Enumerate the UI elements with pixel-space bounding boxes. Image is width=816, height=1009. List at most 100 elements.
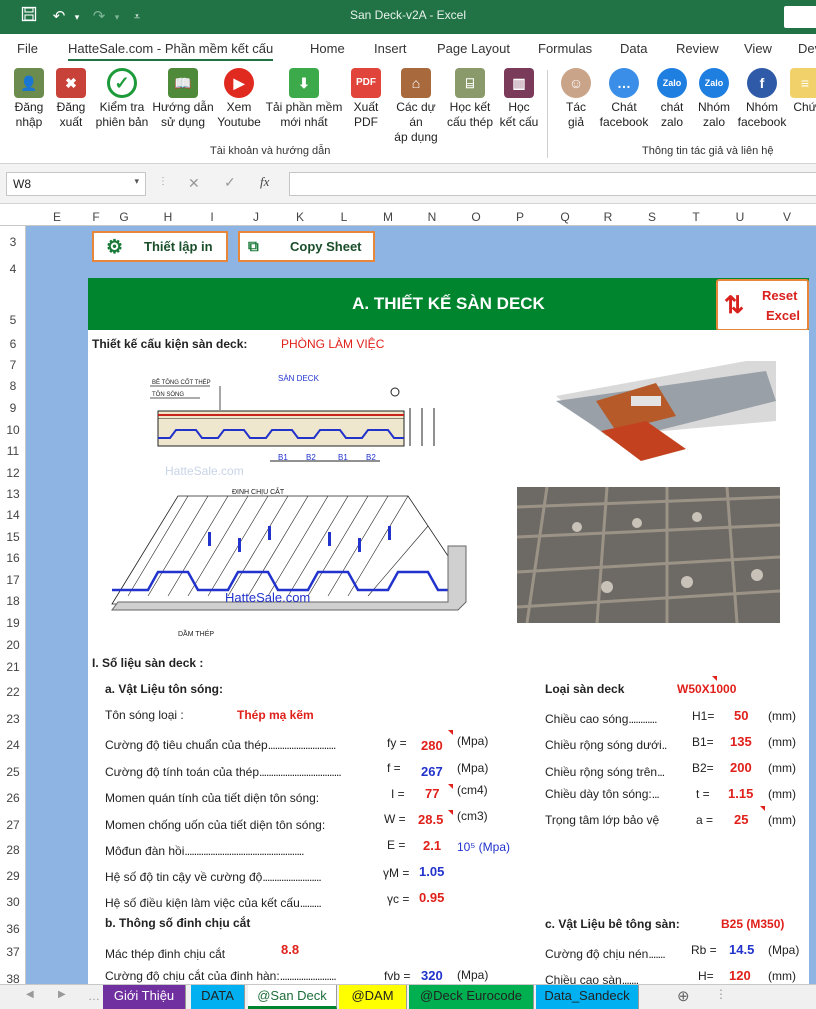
column-header[interactable]: K <box>294 210 306 224</box>
tab-formulas[interactable]: Formulas <box>538 41 592 56</box>
row-header[interactable]: 27 <box>0 818 26 832</box>
row-header[interactable]: 5 <box>0 313 26 327</box>
gamma-c-value[interactable]: 0.95 <box>419 890 444 905</box>
scroll-left-icon[interactable]: ◀ <box>26 989 34 1000</box>
row-header[interactable]: 6 <box>0 337 26 351</box>
row-header[interactable]: 11 <box>0 444 26 458</box>
t-value[interactable]: 1.15 <box>728 786 753 801</box>
row-header[interactable]: 21 <box>0 660 26 674</box>
user-guide-button[interactable]: 📖 Hướng dẫn sử dụng <box>150 68 216 130</box>
tab-file[interactable]: File <box>17 41 38 56</box>
tab-data[interactable]: Data <box>620 41 647 56</box>
print-setup-button[interactable]: ⚙ Thiết lập in <box>92 231 228 262</box>
column-header[interactable]: N <box>426 210 438 224</box>
comment-indicator[interactable] <box>448 730 453 735</box>
row-header[interactable]: 4 <box>0 262 26 276</box>
tab-page-layout[interactable]: Page Layout <box>437 41 510 56</box>
facebook-group-button[interactable]: f Nhóm facebook <box>736 68 788 130</box>
concrete-grade-value[interactable]: B25 (M350) <box>721 917 784 931</box>
sheet-tab-data[interactable]: DATA <box>191 985 245 1009</box>
sheet-tab-gioi-thieu[interactable]: Giới Thiệu <box>103 985 186 1009</box>
column-header[interactable]: V <box>781 210 793 224</box>
learn-steel-button[interactable]: ⌸ Học kết cấu thép <box>444 68 496 130</box>
row-header[interactable]: 29 <box>0 869 26 883</box>
row-header[interactable]: 13 <box>0 487 26 501</box>
column-header[interactable]: T <box>690 210 702 224</box>
E-value[interactable]: 2.1 <box>423 838 441 853</box>
account-area[interactable] <box>784 6 816 28</box>
row-header[interactable]: 20 <box>0 638 26 652</box>
comment-indicator[interactable] <box>448 784 453 789</box>
a-value[interactable]: 25 <box>734 812 748 827</box>
row-header[interactable]: 8 <box>0 379 26 393</box>
row-header[interactable]: 26 <box>0 791 26 805</box>
export-pdf-button[interactable]: PDF Xuất PDF <box>346 68 386 130</box>
formula-input[interactable] <box>289 172 816 196</box>
tab-hattesale[interactable]: HatteSale.com - Phần mềm kết cấu <box>68 41 274 61</box>
sheet-tab-deck-eurocode[interactable]: @Deck Eurocode <box>409 985 534 1009</box>
row-header[interactable]: 37 <box>0 945 26 959</box>
column-header[interactable]: I <box>206 210 218 224</box>
column-header[interactable]: O <box>470 210 482 224</box>
column-header[interactable]: E <box>51 210 63 224</box>
row-header[interactable]: 24 <box>0 738 26 752</box>
chevron-down-icon[interactable]: ▾ <box>134 176 139 187</box>
row-header[interactable]: 14 <box>0 508 26 522</box>
design-value[interactable]: PHÒNG LÀM VIỆC <box>281 337 384 351</box>
row-header[interactable]: 22 <box>0 685 26 699</box>
column-header[interactable]: L <box>338 210 350 224</box>
column-header[interactable]: H <box>162 210 174 224</box>
zalo-group-button[interactable]: Zalo Nhóm zalo <box>692 68 736 130</box>
row-header[interactable]: 7 <box>0 358 26 372</box>
row-header[interactable]: 16 <box>0 551 26 565</box>
row-header[interactable]: 9 <box>0 401 26 415</box>
column-header[interactable]: J <box>250 210 262 224</box>
certificate-button[interactable]: ≡ Chứ <box>790 68 816 115</box>
column-header[interactable]: S <box>646 210 658 224</box>
row-header[interactable]: 28 <box>0 843 26 857</box>
sheet-tab-dam[interactable]: @DAM <box>339 985 407 1009</box>
sheet-tab-san-deck[interactable]: @San Deck <box>248 985 337 1009</box>
tab-review[interactable]: Review <box>676 41 719 56</box>
learn-structure-button[interactable]: ▥ Học kết cấu <box>496 68 542 130</box>
author-button[interactable]: ☺ Tác giả <box>556 68 596 130</box>
B1-value[interactable]: 135 <box>730 734 752 749</box>
split-handle-icon[interactable]: ⋮ <box>715 987 727 1001</box>
row-header[interactable]: 19 <box>0 616 26 630</box>
copy-sheet-button[interactable]: ⧉ Copy Sheet <box>238 231 375 262</box>
column-header[interactable]: Q <box>559 210 571 224</box>
drag-handle-icon[interactable]: ⋮ <box>158 176 168 187</box>
scroll-right-icon[interactable]: ▶ <box>58 989 66 1000</box>
column-header[interactable]: F <box>90 210 102 224</box>
grade-value[interactable]: 8.8 <box>281 942 299 957</box>
projects-button[interactable]: ⌂ Các dự án áp dụng <box>388 68 444 145</box>
comment-indicator[interactable] <box>712 676 717 681</box>
tab-insert[interactable]: Insert <box>374 41 407 56</box>
download-button[interactable]: ⬇ Tải phần mềm mới nhất <box>264 68 344 130</box>
W-value[interactable]: 28.5 <box>418 812 443 827</box>
comment-indicator[interactable] <box>760 806 765 811</box>
more-tabs-icon[interactable]: … <box>88 989 100 1003</box>
comment-indicator[interactable] <box>448 810 453 815</box>
row-header[interactable]: 36 <box>0 922 26 936</box>
row-header[interactable]: 17 <box>0 573 26 587</box>
I-value[interactable]: 77 <box>425 786 439 801</box>
row-header[interactable]: 15 <box>0 530 26 544</box>
reset-excel-button[interactable]: ⇅ Reset Excel <box>716 279 809 331</box>
deck-type-value[interactable]: W50X1000 <box>677 682 736 696</box>
column-header[interactable]: P <box>514 210 526 224</box>
column-header[interactable]: G <box>118 210 130 224</box>
fx-icon[interactable]: fx <box>260 174 269 190</box>
tab-home[interactable]: Home <box>310 41 345 56</box>
fy-value[interactable]: 280 <box>421 738 443 753</box>
check-version-button[interactable]: ✓ Kiểm tra phiên bản <box>94 68 150 130</box>
tab-view[interactable]: View <box>744 41 772 56</box>
steel-type-value[interactable]: Thép mạ kẽm <box>237 708 314 722</box>
H-value[interactable]: 120 <box>729 968 751 983</box>
column-header[interactable]: R <box>602 210 614 224</box>
enter-icon[interactable]: ✓ <box>224 174 236 191</box>
H1-value[interactable]: 50 <box>734 708 748 723</box>
logout-button[interactable]: ✖ Đăng xuất <box>50 68 92 130</box>
youtube-button[interactable]: ▶ Xem Youtube <box>216 68 262 130</box>
row-header[interactable]: 10 <box>0 423 26 437</box>
